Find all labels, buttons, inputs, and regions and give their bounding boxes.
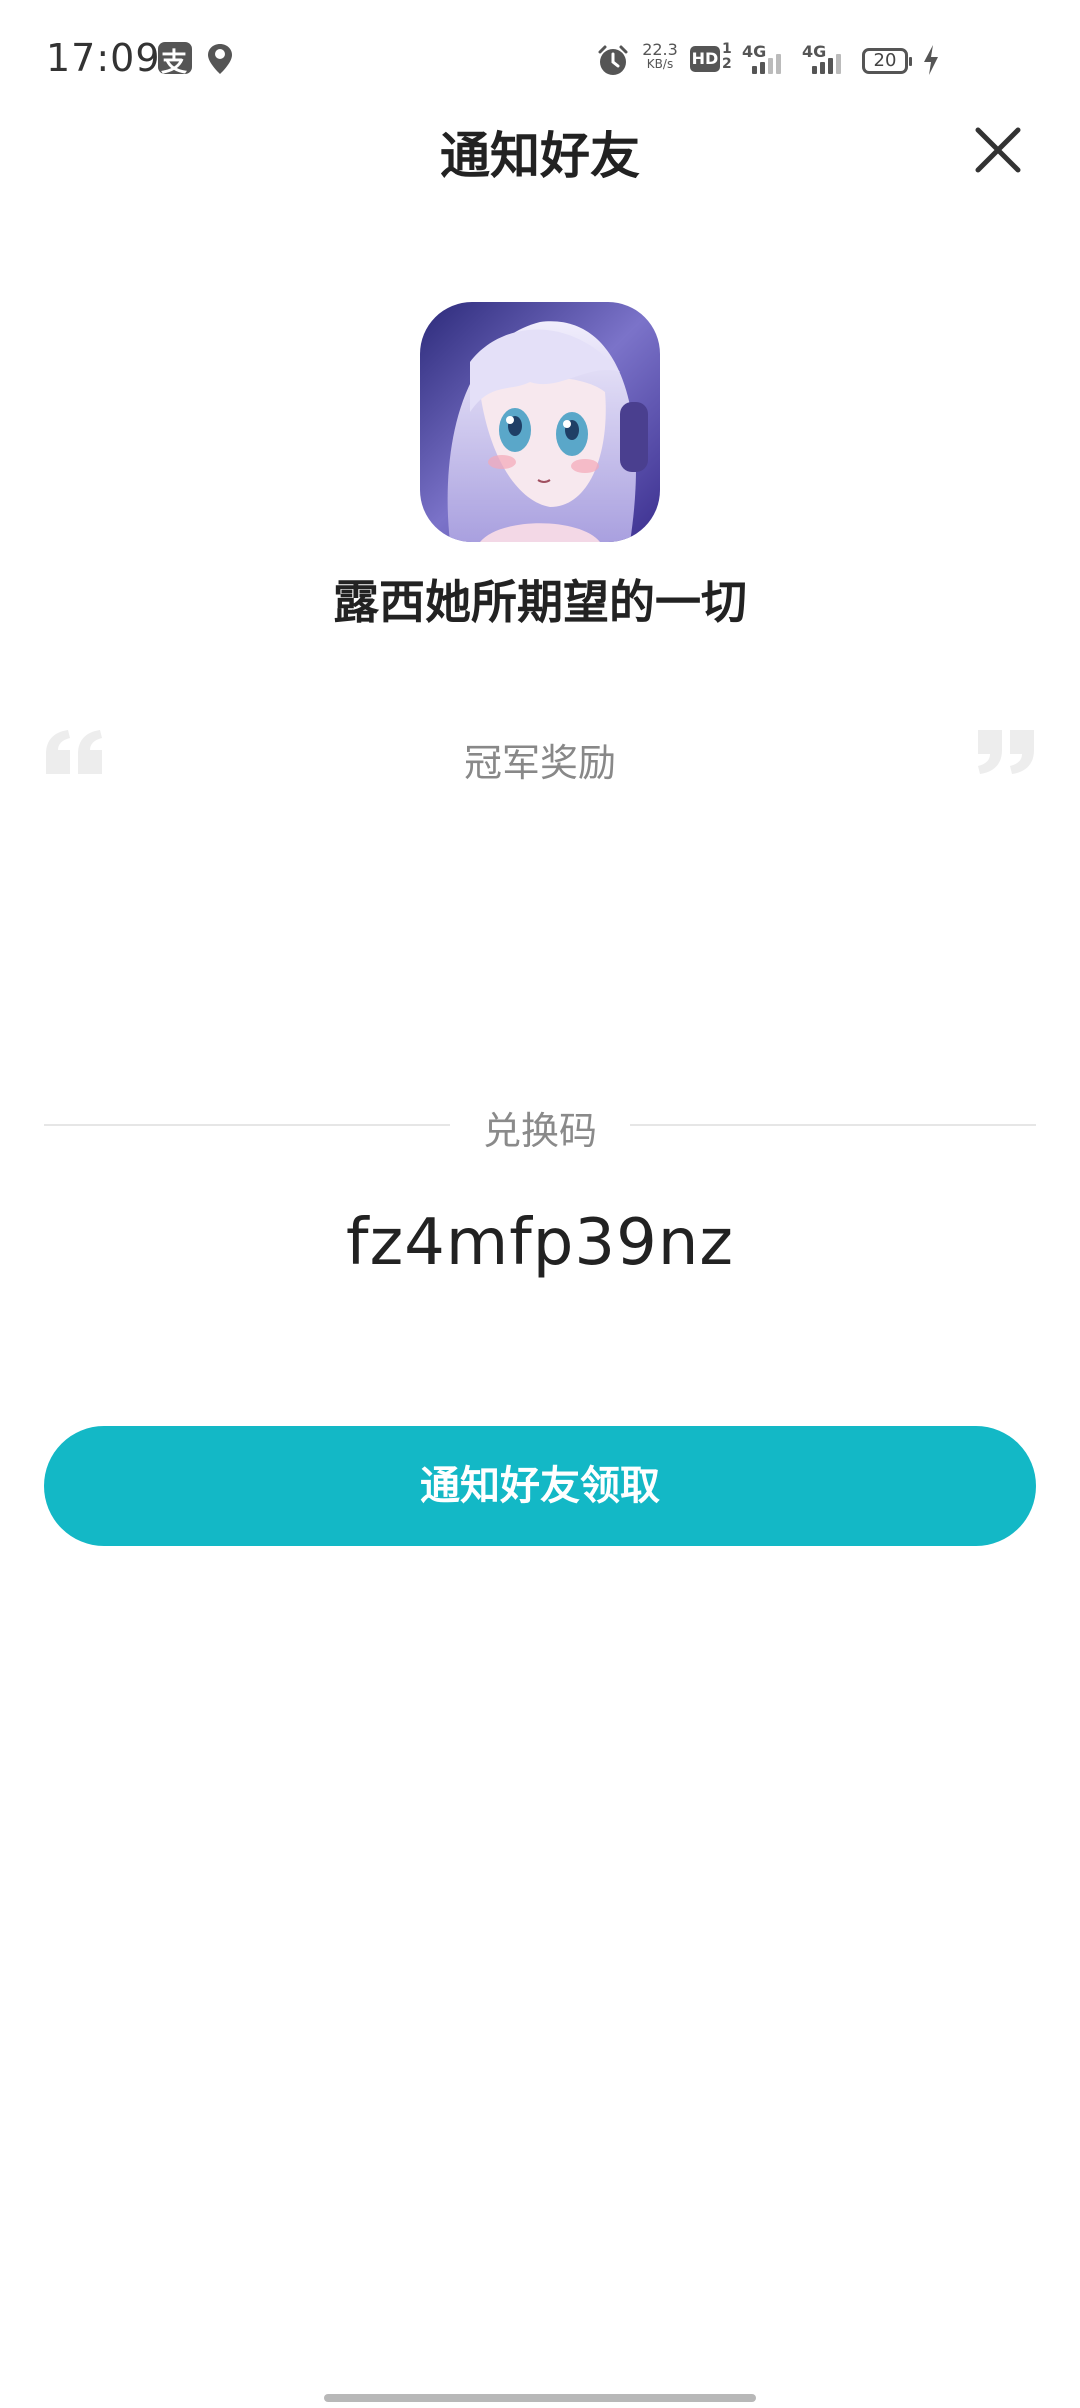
notify-friends-button[interactable]: 通知好友领取 — [44, 1426, 1036, 1546]
page-title: 通知好友 — [440, 127, 640, 185]
alipay-icon — [158, 42, 192, 79]
game-icon — [420, 302, 660, 542]
reward-label: 冠军奖励 — [463, 741, 616, 785]
divider-right — [630, 1124, 1036, 1126]
map-pin-icon — [208, 44, 232, 74]
hd-sim-numbers: 1 2 — [722, 41, 732, 72]
alarm-icon — [598, 45, 628, 75]
battery-level: 20 — [873, 50, 897, 71]
close-icon[interactable] — [972, 124, 1024, 176]
game-name: 露西她所期望的一切 — [333, 575, 747, 629]
net-speed: 22.3 KB/s — [640, 42, 680, 72]
signal-2-icon: 4G — [802, 42, 856, 76]
net-speed-value: 22.3 — [642, 40, 678, 59]
hd-badge: HD — [690, 46, 720, 72]
close-quote-icon — [978, 730, 1034, 774]
battery-icon: 20 — [862, 48, 912, 74]
game-artwork-icon — [420, 302, 660, 542]
status-bar: 17:09 22.3 KB/s HD 1 2 4G 4G 20 — [0, 0, 1080, 120]
redeem-code[interactable]: fz4mfp39nz — [0, 1206, 1080, 1280]
divider-left — [44, 1124, 450, 1126]
home-indicator[interactable] — [324, 2394, 756, 2402]
signal-1-label: 4G — [742, 42, 767, 61]
bolt-icon — [924, 45, 938, 75]
signal-1-icon: 4G — [742, 42, 796, 76]
status-time: 17:09 — [46, 36, 161, 80]
code-label: 兑换码 — [482, 1109, 597, 1153]
signal-2-label: 4G — [802, 42, 827, 61]
net-speed-unit: KB/s — [646, 57, 674, 71]
